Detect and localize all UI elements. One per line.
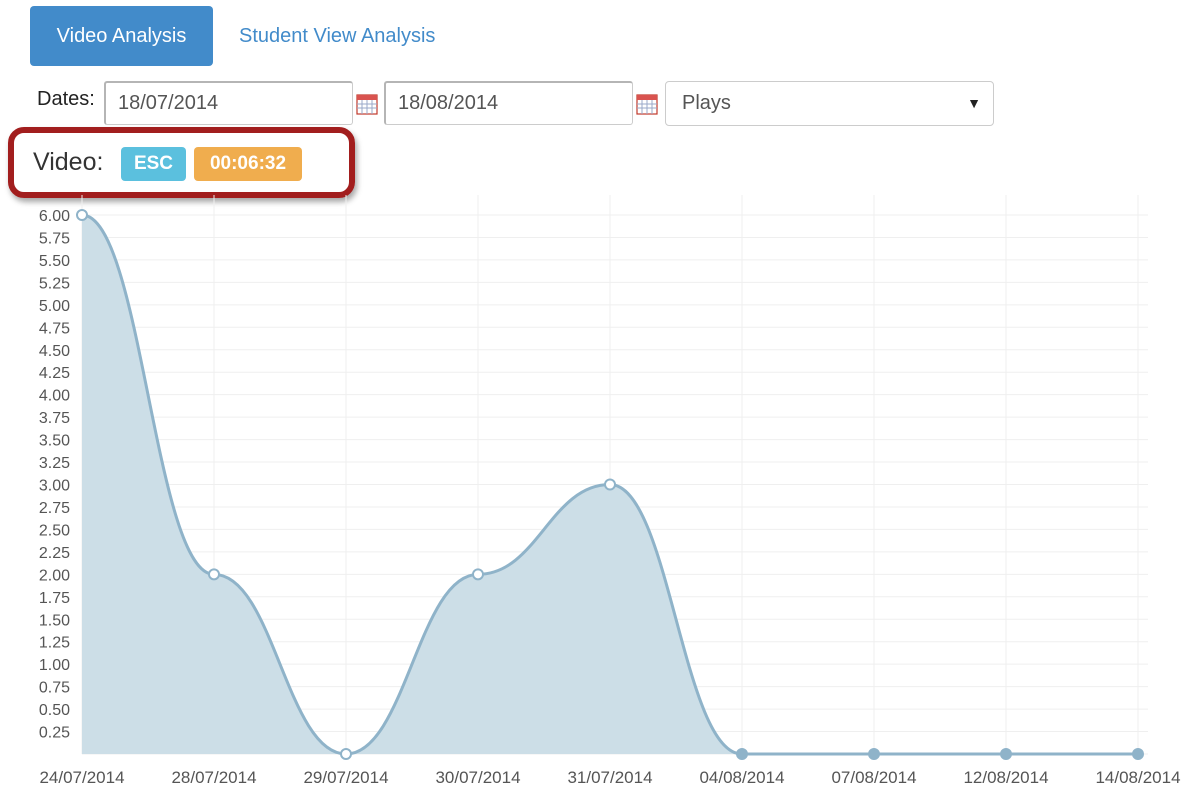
- data-point: [868, 748, 880, 760]
- x-tick-label: 29/07/2014: [303, 768, 388, 785]
- data-point: [736, 748, 748, 760]
- y-tick-label: 4.75: [39, 320, 70, 337]
- calendar-icon[interactable]: [636, 93, 658, 115]
- y-tick-label: 6.00: [39, 208, 70, 225]
- plays-area-chart: 0.25 0.50 0.75 1.00 1.25 1.50 1.75 2.00 2.25 2.50…: [39, 195, 1181, 785]
- dates-label: Dates:: [37, 88, 95, 110]
- calendar-icon[interactable]: [356, 93, 378, 115]
- y-tick-label: 1.75: [39, 590, 70, 607]
- x-tick-label: 24/07/2014: [39, 768, 124, 785]
- y-tick-label: 1.25: [39, 635, 70, 652]
- highlight-annotation: [8, 127, 355, 198]
- y-tick-label: 3.50: [39, 433, 70, 450]
- chevron-down-icon: ▼: [967, 95, 981, 111]
- y-tick-label: 4.25: [39, 365, 70, 382]
- y-tick-label: 2.25: [39, 545, 70, 562]
- tab-student-view-analysis[interactable]: Student View Analysis: [239, 6, 435, 66]
- data-point: [1132, 748, 1144, 760]
- y-tick-label: 0.25: [39, 725, 70, 742]
- y-tick-label: 0.50: [39, 702, 70, 719]
- metric-select[interactable]: Plays ▼: [665, 81, 994, 126]
- y-tick-label: 0.75: [39, 680, 70, 697]
- date-to-input[interactable]: [384, 81, 633, 125]
- x-tick-label: 28/07/2014: [171, 768, 256, 785]
- y-tick-label: 2.50: [39, 522, 70, 539]
- y-tick-label: 2.75: [39, 500, 70, 517]
- y-tick-label: 1.50: [39, 612, 70, 629]
- x-tick-label: 31/07/2014: [567, 768, 652, 785]
- x-tick-label: 14/08/2014: [1095, 768, 1180, 785]
- y-tick-label: 4.50: [39, 343, 70, 360]
- y-tick-label: 5.25: [39, 275, 70, 292]
- y-tick-label: 5.75: [39, 230, 70, 247]
- date-from-input[interactable]: [104, 81, 353, 125]
- data-point: [76, 209, 88, 221]
- x-tick-label: 04/08/2014: [699, 768, 784, 785]
- y-tick-label: 3.75: [39, 410, 70, 427]
- y-tick-label: 3.25: [39, 455, 70, 472]
- y-tick-label: 5.50: [39, 253, 70, 270]
- x-tick-label: 30/07/2014: [435, 768, 520, 785]
- y-tick-label: 5.00: [39, 298, 70, 315]
- data-point: [472, 568, 484, 581]
- data-point: [604, 478, 616, 491]
- tab-video-analysis[interactable]: Video Analysis: [30, 6, 213, 66]
- x-tick-label: 07/08/2014: [831, 768, 916, 785]
- y-tick-label: 2.00: [39, 567, 70, 584]
- data-point: [208, 568, 220, 581]
- video-analytics-page: Video Analysis Student View Analysis Dat…: [0, 0, 1188, 785]
- y-tick-label: 4.00: [39, 388, 70, 405]
- x-tick-label: 12/08/2014: [963, 768, 1048, 785]
- y-tick-label: 1.00: [39, 657, 70, 674]
- data-point: [340, 748, 352, 760]
- metric-select-value: Plays: [682, 92, 731, 114]
- data-point: [1000, 748, 1012, 760]
- y-tick-label: 3.00: [39, 478, 70, 495]
